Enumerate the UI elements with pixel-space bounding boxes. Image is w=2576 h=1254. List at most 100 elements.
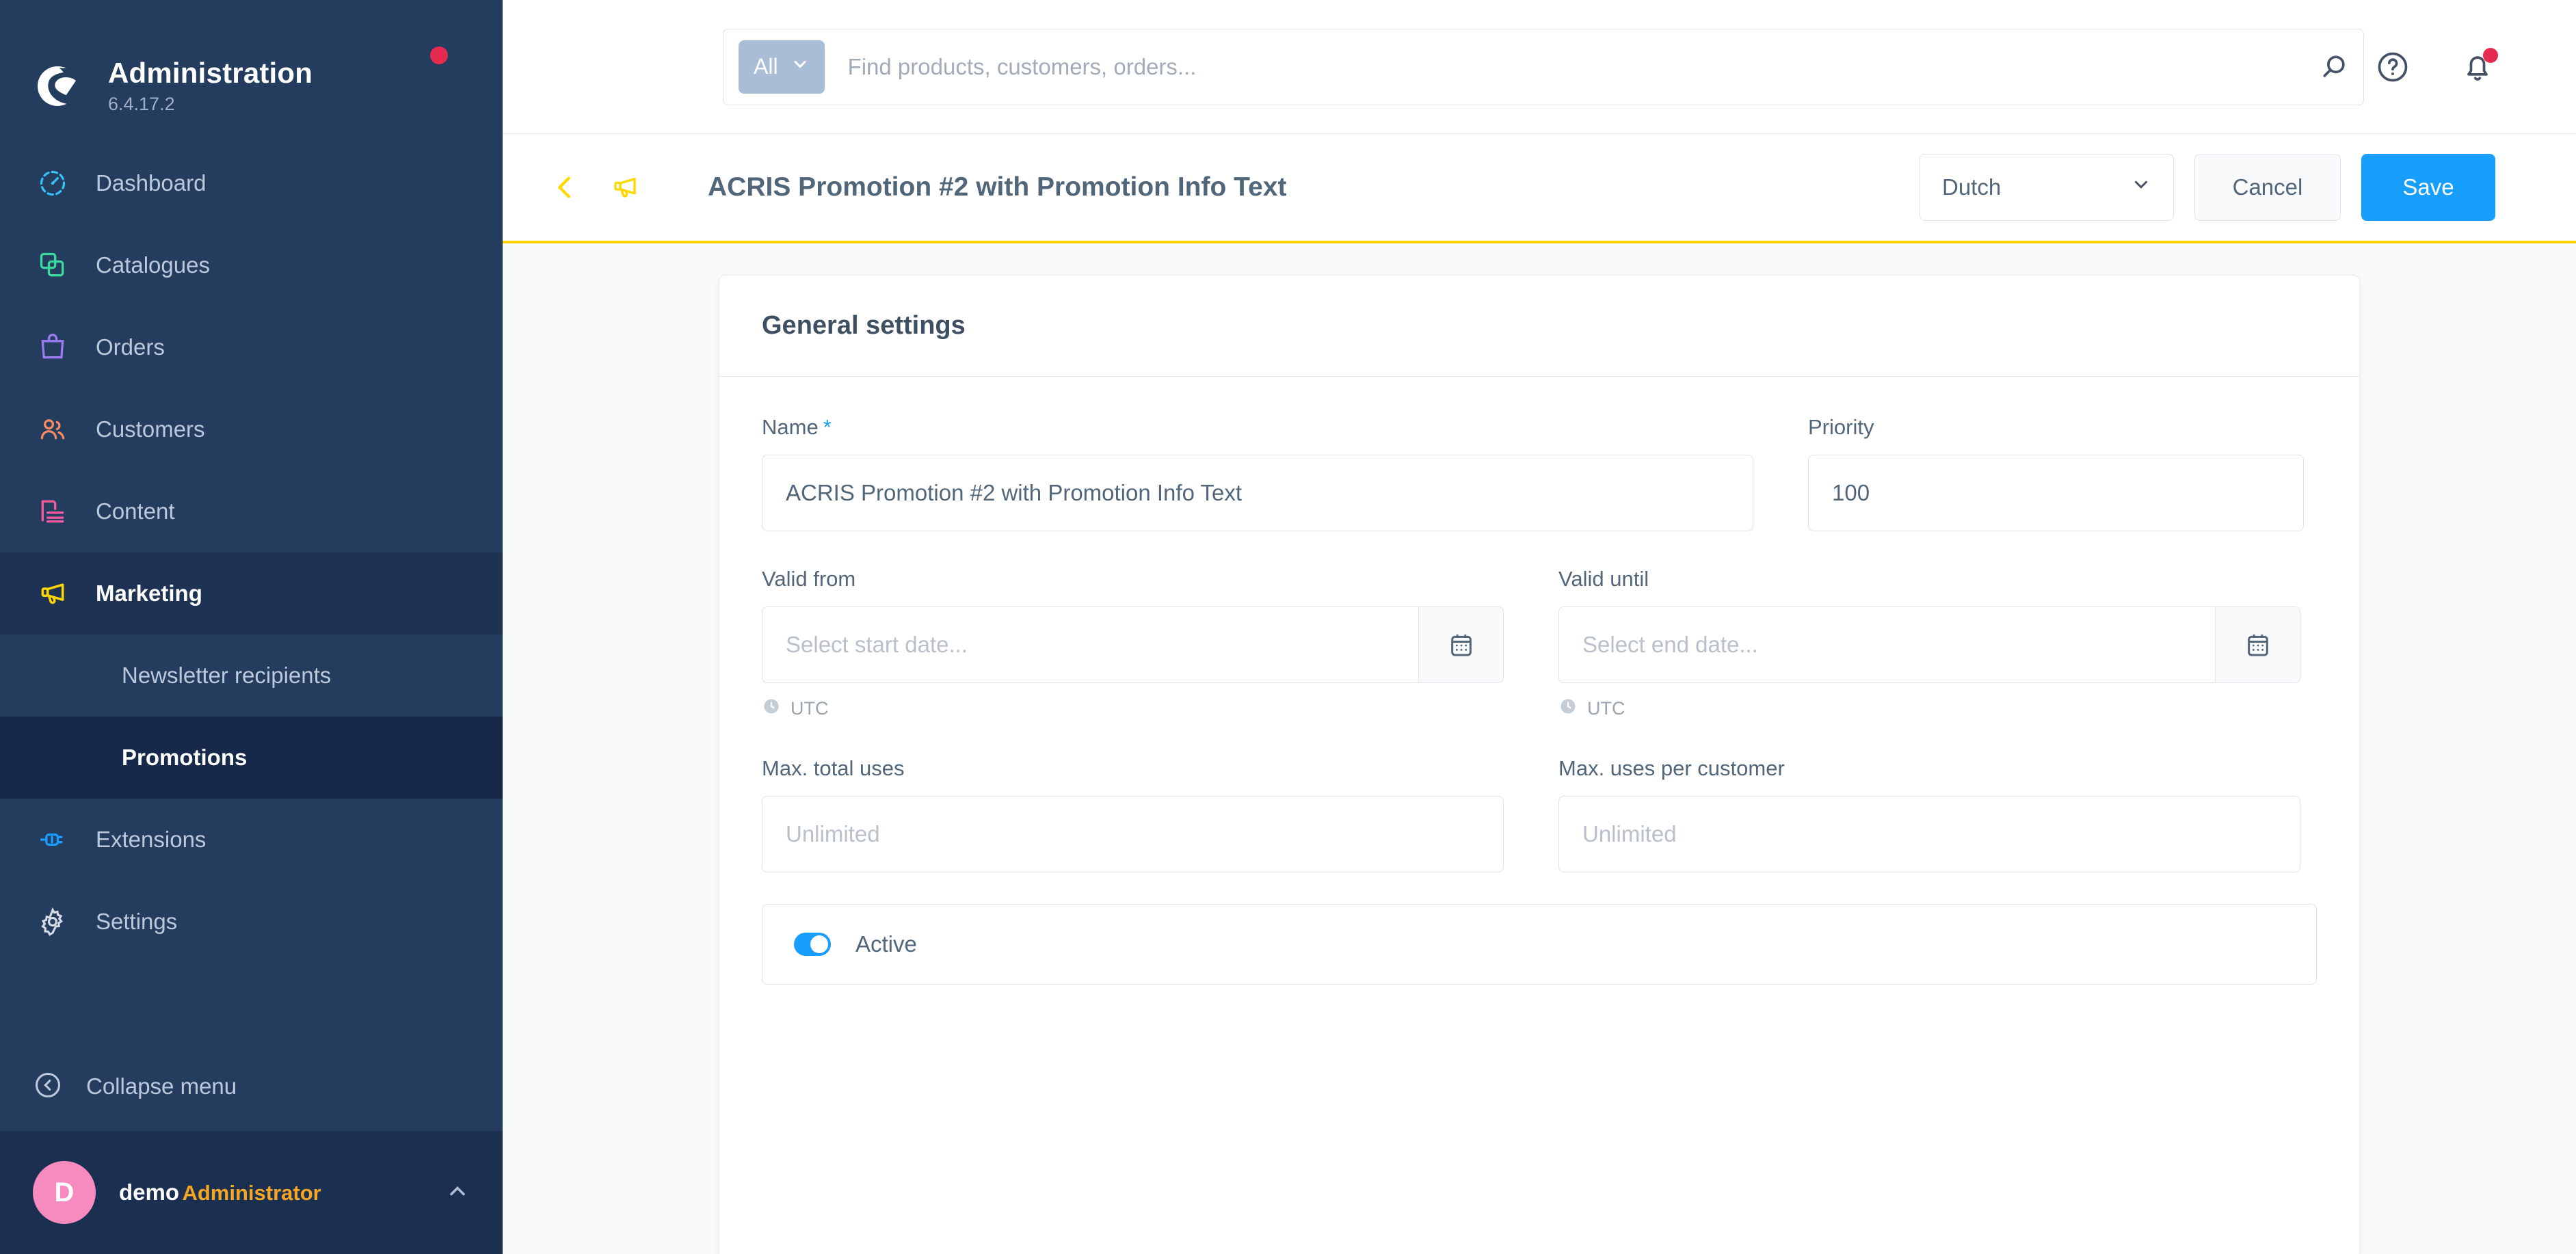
- toggle-knob: [810, 935, 828, 953]
- clock-icon: [762, 697, 781, 721]
- sidebar-item-label: Orders: [96, 334, 165, 360]
- field-valid-from: Valid from Select start date... UTC: [762, 567, 1504, 721]
- card-header: General settings: [719, 276, 2359, 377]
- valid-until-timezone: UTC: [1558, 697, 2300, 721]
- valid-until-datefield: Select end date...: [1558, 606, 2300, 683]
- collapse-menu-button[interactable]: Collapse menu: [0, 1042, 503, 1131]
- card-title: General settings: [762, 311, 966, 340]
- notification-badge: [2483, 47, 2498, 63]
- chevron-down-icon: [791, 54, 810, 79]
- sidebar-item-label: Catalogues: [96, 252, 210, 278]
- valid-from-datefield: Select start date...: [762, 606, 1504, 683]
- search-scope-dropdown[interactable]: All: [739, 40, 825, 94]
- max-uses-per-customer-label: Max. uses per customer: [1558, 756, 1785, 780]
- sidebar-item-orders[interactable]: Orders: [0, 306, 503, 388]
- sidebar-item-label: Content: [96, 498, 175, 524]
- collapse-chevron-left-icon: [33, 1070, 63, 1104]
- active-toggle-row: Active: [762, 904, 2317, 985]
- help-question-circle-icon[interactable]: [2375, 49, 2411, 85]
- sidebar-item-newsletter-recipients[interactable]: Newsletter recipients: [0, 635, 503, 717]
- field-max-uses-per-customer: Max. uses per customer Unlimited: [1558, 756, 2300, 872]
- clock-icon: [1558, 697, 1578, 721]
- search-scope-label: All: [754, 54, 778, 79]
- global-search-bar: All: [723, 28, 2364, 105]
- valid-until-timezone-label: UTC: [1587, 698, 1625, 719]
- sidebar-item-marketing[interactable]: Marketing: [0, 552, 503, 635]
- notification-bell-icon[interactable]: [2460, 47, 2498, 85]
- user-meta: demo Administrator: [119, 1178, 445, 1206]
- sidebar-item-promotions[interactable]: Promotions: [0, 717, 503, 799]
- user-role: Administrator: [182, 1181, 321, 1205]
- chevron-up-icon: [445, 1179, 470, 1207]
- sidebar-item-label: Marketing: [96, 581, 202, 606]
- field-priority: Priority 100: [1808, 415, 2304, 531]
- valid-from-timezone-label: UTC: [791, 698, 829, 719]
- catalogues-layers-icon: [33, 245, 72, 285]
- row-name-priority: Name * ACRIS Promotion #2 with Promotion…: [762, 415, 2317, 531]
- megaphone-icon: [611, 173, 639, 202]
- calendar-icon[interactable]: [2215, 607, 2300, 682]
- settings-gear-icon: [33, 902, 72, 942]
- dashboard-gauge-icon: [33, 163, 72, 203]
- sidebar-item-label: Dashboard: [96, 170, 207, 196]
- sidebar-item-customers[interactable]: Customers: [0, 388, 503, 470]
- sidebar-item-content[interactable]: Content: [0, 470, 503, 552]
- topbar: All: [503, 0, 2576, 134]
- sidebar-item-label: Customers: [96, 416, 205, 442]
- shopware-logo-icon: [33, 62, 82, 111]
- back-chevron-left-icon[interactable]: [535, 172, 594, 203]
- content-document-icon: [33, 492, 72, 531]
- valid-until-label: Valid until: [1558, 567, 1649, 591]
- calendar-icon[interactable]: [1418, 607, 1503, 682]
- page-header-actions: Dutch Cancel Save: [1920, 154, 2495, 221]
- name-input[interactable]: ACRIS Promotion #2 with Promotion Info T…: [762, 455, 1753, 531]
- app-root: Administration 6.4.17.2 Dashboard Catalo…: [0, 0, 2576, 1254]
- page-title: ACRIS Promotion #2 with Promotion Info T…: [708, 172, 1287, 202]
- brand-title: Administration: [108, 57, 313, 90]
- customers-people-icon: [33, 410, 72, 449]
- search-icon[interactable]: [2320, 52, 2350, 82]
- sidebar-item-extensions[interactable]: Extensions: [0, 799, 503, 881]
- user-menu[interactable]: D demo Administrator: [0, 1131, 503, 1254]
- language-select[interactable]: Dutch: [1920, 154, 2174, 221]
- search-input[interactable]: [847, 53, 2320, 80]
- max-total-uses-label: Max. total uses: [762, 756, 905, 780]
- brand-header: Administration 6.4.17.2: [0, 0, 503, 137]
- priority-input[interactable]: 100: [1808, 455, 2304, 531]
- marketing-megaphone-icon: [33, 574, 72, 613]
- active-toggle[interactable]: [794, 933, 831, 956]
- row-validity: Valid from Select start date... UTC Vali…: [762, 567, 2317, 721]
- collapse-menu-label: Collapse menu: [86, 1073, 237, 1099]
- sidebar-item-settings[interactable]: Settings: [0, 881, 503, 963]
- sidebar-item-dashboard[interactable]: Dashboard: [0, 142, 503, 224]
- active-toggle-label: Active: [855, 931, 917, 957]
- main-area: All Find products, customers, orders... …: [503, 0, 2576, 1254]
- sidebar: Administration 6.4.17.2 Dashboard Catalo…: [0, 0, 503, 1254]
- valid-from-input[interactable]: Select start date...: [762, 607, 1418, 682]
- sidebar-bottom: Collapse menu D demo Administrator: [0, 1042, 503, 1254]
- sidebar-item-catalogues[interactable]: Catalogues: [0, 224, 503, 306]
- valid-until-input[interactable]: Select end date...: [1559, 607, 2215, 682]
- cancel-button[interactable]: Cancel: [2194, 154, 2341, 221]
- sidebar-item-label: Extensions: [96, 827, 207, 852]
- max-uses-per-customer-input[interactable]: Unlimited: [1558, 796, 2300, 872]
- card-body: Name * ACRIS Promotion #2 with Promotion…: [719, 377, 2359, 985]
- max-total-uses-input[interactable]: Unlimited: [762, 796, 1504, 872]
- field-max-total-uses: Max. total uses Unlimited: [762, 756, 1504, 872]
- topbar-actions: [2375, 47, 2576, 85]
- update-status-dot[interactable]: [430, 46, 448, 64]
- name-label-text: Name: [762, 415, 819, 439]
- brand-version: 6.4.17.2: [108, 93, 175, 114]
- sidebar-subitem-label: Newsletter recipients: [122, 663, 332, 688]
- save-button[interactable]: Save: [2361, 154, 2495, 221]
- valid-from-label: Valid from: [762, 567, 856, 591]
- chevron-down-icon: [2131, 174, 2151, 200]
- orders-bag-icon: [33, 328, 72, 367]
- general-settings-card: General settings Name * ACRIS Promotion …: [719, 275, 2360, 1254]
- avatar: D: [33, 1161, 96, 1224]
- extensions-plug-icon: [33, 820, 72, 859]
- field-name: Name * ACRIS Promotion #2 with Promotion…: [762, 415, 1753, 531]
- sidebar-item-label: Settings: [96, 909, 178, 934]
- row-max-uses: Max. total uses Unlimited Max. uses per …: [762, 756, 2317, 872]
- user-name: demo: [119, 1179, 180, 1205]
